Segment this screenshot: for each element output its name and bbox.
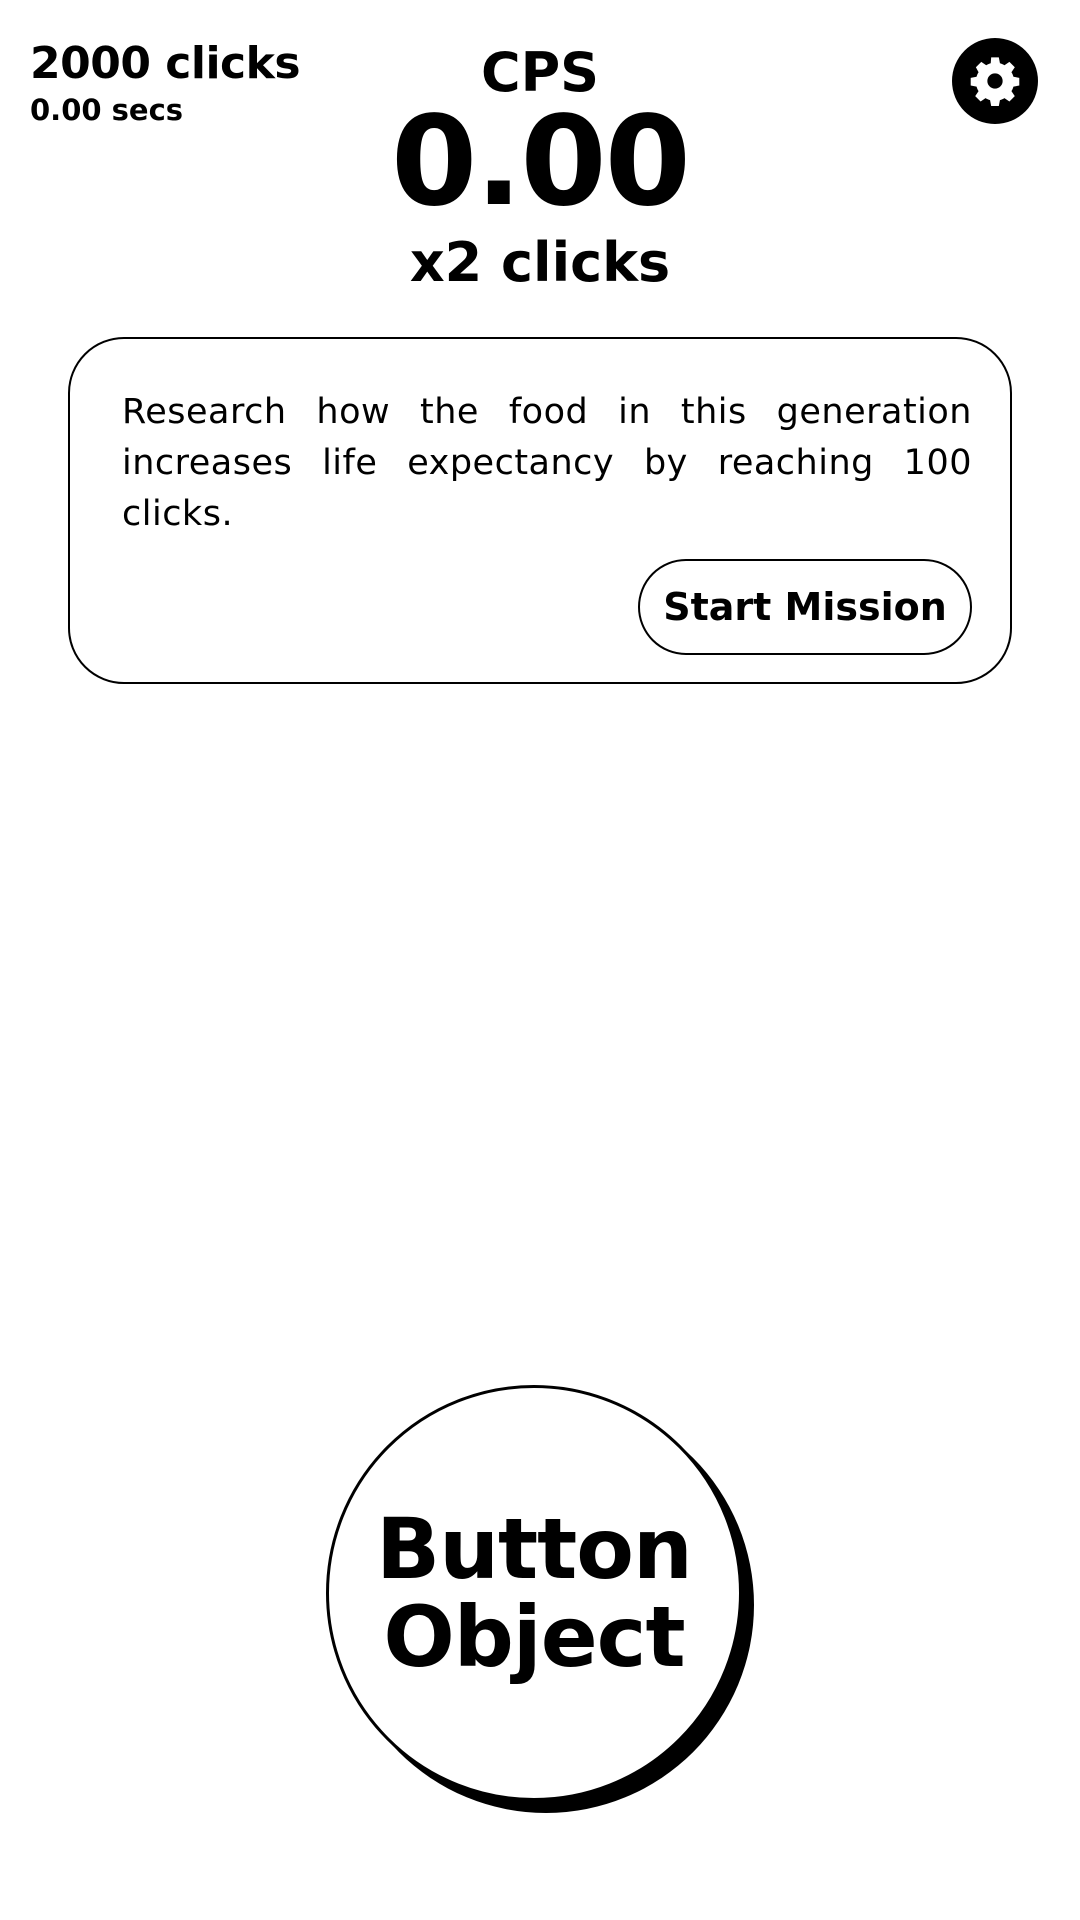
click-target-label-line2: Object [383, 1588, 685, 1686]
game-screen: 2000 clicks 0.00 secs CPS 0.00 x2 clicks… [0, 0, 1080, 1920]
gear-icon [970, 57, 1020, 106]
click-target-button[interactable]: Button Object [326, 1385, 742, 1801]
click-target-label-line1: Button [376, 1500, 693, 1598]
mission-card: Research how the food in this generation… [68, 337, 1012, 684]
click-multiplier: x2 clicks [409, 231, 671, 294]
settings-button[interactable] [952, 38, 1038, 124]
cps-value: 0.00 [391, 90, 691, 234]
start-mission-button[interactable]: Start Mission [638, 559, 972, 655]
click-target-label: Button Object [376, 1500, 693, 1686]
cps-panel: CPS 0.00 x2 clicks [0, 40, 1080, 298]
mission-description: Research how the food in this generation… [122, 392, 972, 534]
